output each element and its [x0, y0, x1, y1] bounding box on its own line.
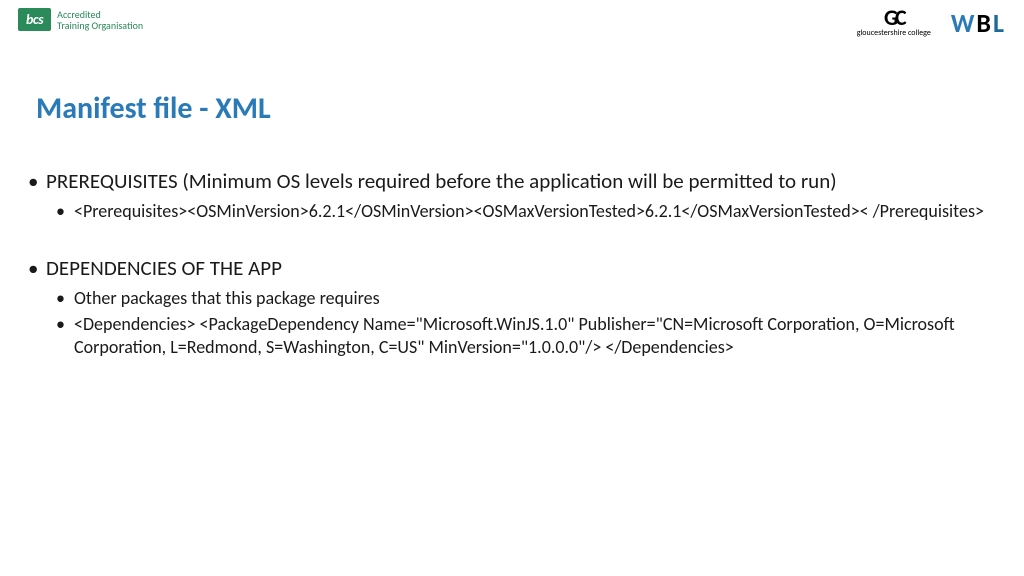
bcs-badge: bcs	[18, 8, 51, 31]
header-right: GC gloucestershire college WBL	[857, 8, 1006, 38]
bullet-prereq-code: <Prerequisites><OSMinVersion>6.2.1</OSMi…	[56, 200, 988, 223]
slide-header: bcs Accredited Training Organisation GC …	[18, 8, 1006, 38]
slide-content: PREREQUISITES (Minimum OS levels require…	[28, 168, 988, 362]
bcs-logo: bcs Accredited Training Organisation	[18, 8, 143, 31]
wbl-logo: WBL	[951, 10, 1006, 36]
bullet-deps-sub2: <Dependencies> <PackageDependency Name="…	[56, 313, 988, 358]
gc-logo: GC gloucestershire college	[857, 8, 931, 38]
gc-text: gloucestershire college	[857, 28, 931, 38]
bullet-prerequisites: PREREQUISITES (Minimum OS levels require…	[28, 168, 988, 194]
bcs-tagline: Accredited Training Organisation	[57, 9, 143, 31]
bullet-deps-sub1: Other packages that this package require…	[56, 287, 988, 310]
gc-symbol: GC	[857, 8, 931, 28]
bullet-dependencies: DEPENDENCIES OF THE APP	[28, 255, 988, 281]
slide-title: Manifest file - XML	[36, 90, 271, 127]
